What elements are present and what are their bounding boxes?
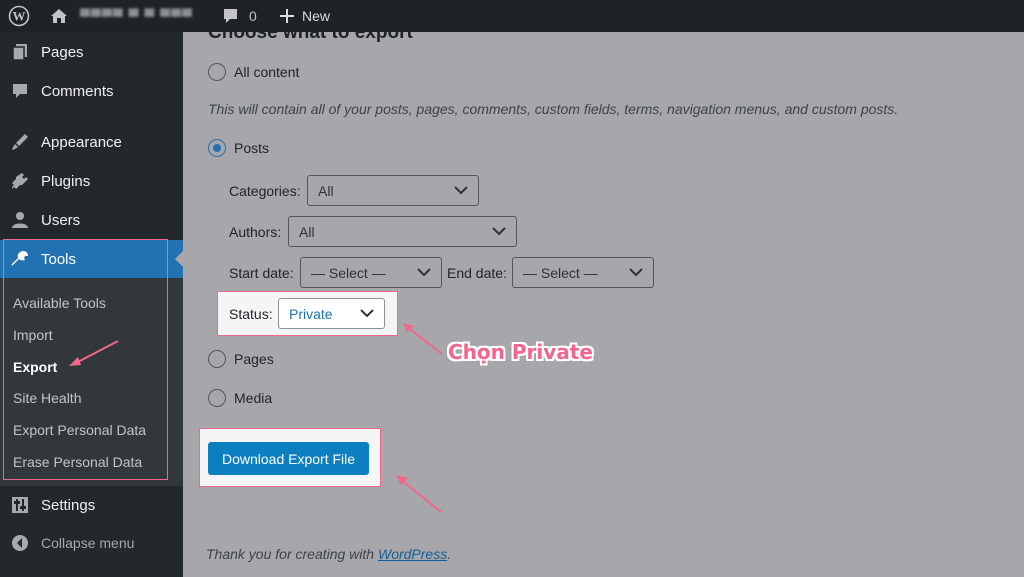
admin-footer: Thank you for creating with WordPress. (206, 546, 451, 562)
sidebar-item-comments[interactable]: Comments (0, 72, 183, 110)
sidebar-item-users[interactable]: Users (0, 201, 183, 239)
arrow-to-download-icon (396, 475, 442, 513)
authors-select[interactable]: All (288, 216, 517, 247)
site-name-link[interactable]: ▀▀▀▀ ▀ ▀ ▀▀▀ (80, 0, 193, 32)
sidebar-item-appearance[interactable]: Appearance (0, 123, 183, 161)
chevron-down-icon (629, 268, 643, 277)
comment-bubble-icon (224, 9, 237, 23)
posts-radio[interactable] (208, 139, 226, 157)
chevron-down-icon (492, 227, 506, 236)
settings-icon (10, 495, 30, 515)
authors-label: Authors: (229, 224, 282, 240)
status-selected-value: Private (289, 305, 333, 322)
admin-bar: W ▀▀▀▀ ▀ ▀ ▀▀▀ 0 New (0, 0, 1024, 32)
sidebar-item-pages[interactable]: Pages (0, 33, 183, 71)
users-icon (10, 210, 30, 230)
end-date-selected-value: — Select — (523, 264, 598, 281)
pages-icon (10, 42, 30, 62)
arrow-to-status-icon (403, 323, 443, 355)
media-radio[interactable] (208, 389, 226, 407)
home-icon[interactable] (50, 0, 68, 32)
chevron-down-icon (454, 186, 468, 195)
sidebar-item-label: Appearance (41, 133, 122, 151)
comments-icon (10, 81, 30, 101)
comments-link[interactable]: 0 (222, 0, 257, 32)
collapse-menu-button[interactable]: Collapse menu (0, 524, 183, 562)
footer-thanks-text: Thank you for creating with (206, 546, 378, 562)
sidebar-item-label: Users (41, 211, 81, 229)
new-label: New (302, 8, 331, 24)
arrow-to-export-icon (69, 340, 119, 366)
sidebar-item-label: Pages (41, 43, 84, 61)
collapse-menu-label: Collapse menu (41, 535, 135, 551)
categories-selected-value: All (318, 182, 334, 199)
comments-count: 0 (249, 8, 257, 24)
status-select[interactable]: Private (278, 298, 385, 329)
plugins-icon (10, 171, 30, 191)
start-date-select[interactable]: — Select — (300, 257, 442, 288)
annotation-choose-private: Chọn Private (448, 340, 593, 364)
pages-radio[interactable] (208, 350, 226, 368)
svg-text:W: W (13, 9, 26, 24)
chevron-down-icon (360, 309, 374, 318)
authors-selected-value: All (299, 223, 315, 240)
sidebar-item-label: Settings (41, 496, 96, 514)
categories-label: Categories: (229, 183, 301, 199)
posts-label: Posts (234, 140, 270, 156)
pages-label: Pages (234, 351, 274, 367)
all-content-label: All content (234, 64, 300, 80)
plus-icon (280, 9, 294, 23)
categories-select[interactable]: All (307, 175, 479, 206)
new-content-link[interactable]: New (280, 0, 330, 32)
end-date-label: End date: (447, 265, 507, 281)
sidebar-item-label: Comments (41, 82, 114, 100)
all-content-description: This will contain all of your posts, pag… (208, 101, 899, 117)
chevron-down-icon (417, 268, 431, 277)
download-export-file-button[interactable]: Download Export File (208, 442, 369, 475)
appearance-icon (10, 132, 30, 152)
footer-suffix: . (447, 546, 452, 562)
wordpress-logo-icon[interactable]: W (8, 0, 34, 32)
start-date-selected-value: — Select — (311, 264, 386, 281)
media-label: Media (234, 390, 273, 406)
end-date-select[interactable]: — Select — (512, 257, 654, 288)
active-indicator (175, 251, 183, 267)
start-date-label: Start date: (229, 265, 294, 281)
status-label: Status: (229, 306, 273, 322)
sidebar-item-settings[interactable]: Settings (0, 486, 183, 524)
wordpress-link[interactable]: WordPress (378, 546, 447, 562)
sidebar-item-label: Plugins (41, 172, 91, 190)
all-content-radio[interactable] (208, 63, 226, 81)
sidebar-item-plugins[interactable]: Plugins (0, 162, 183, 200)
collapse-arrow-icon (10, 533, 30, 553)
